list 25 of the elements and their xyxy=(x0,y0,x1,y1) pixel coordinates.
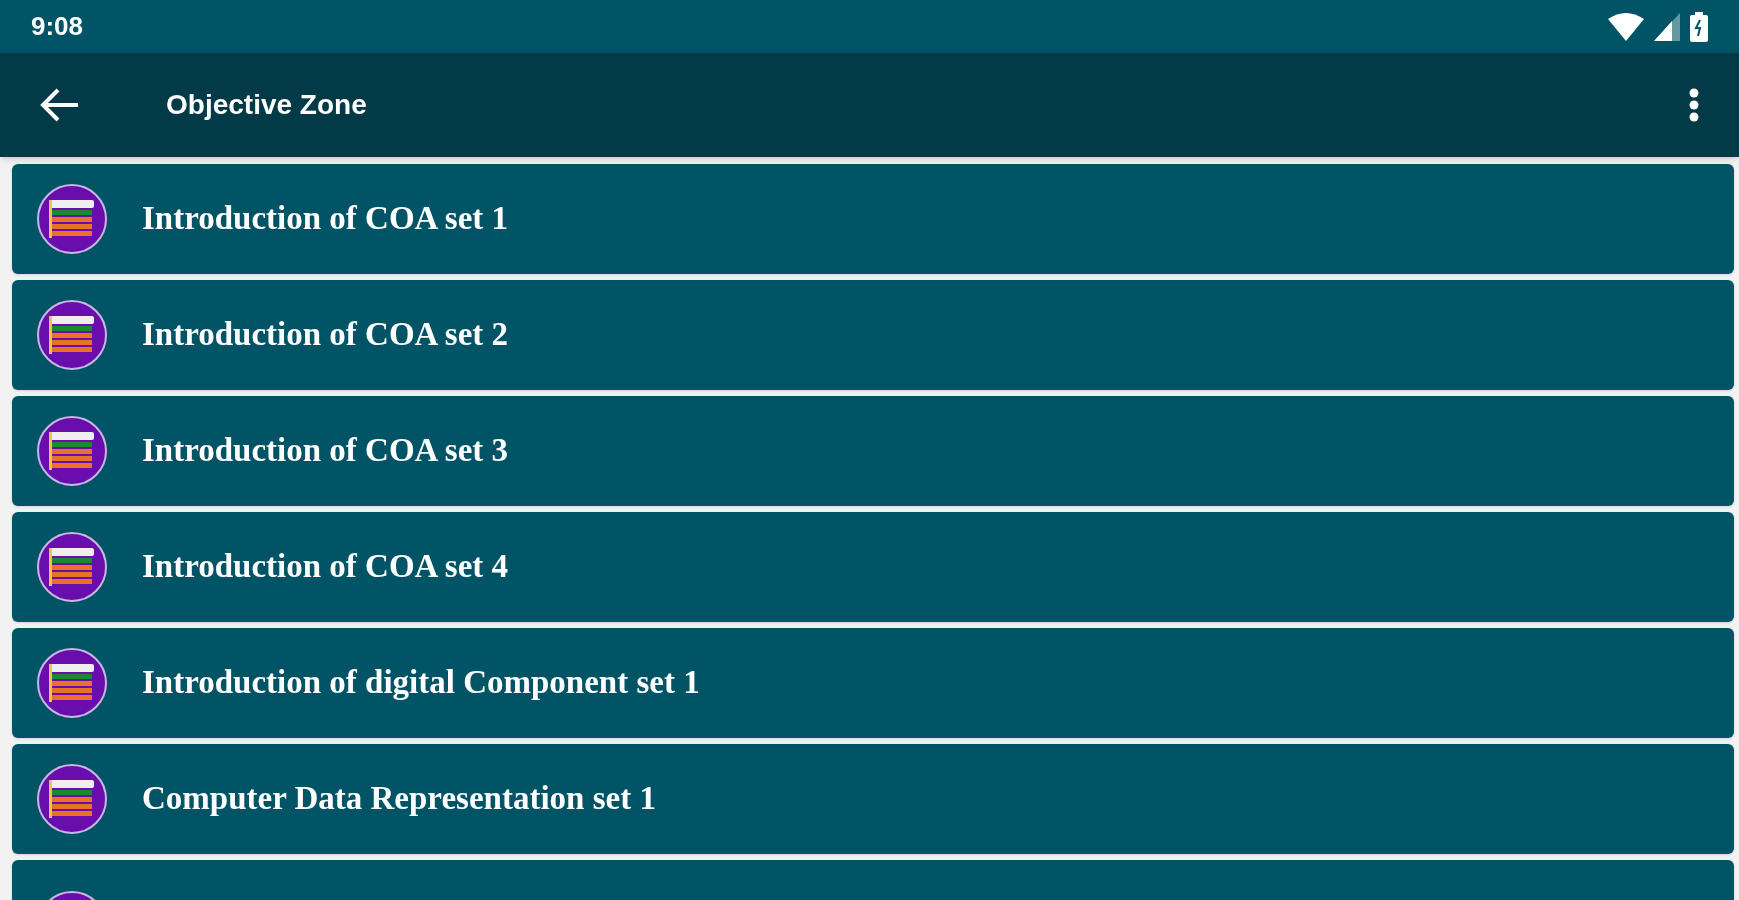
list-item[interactable]: Introduction of digital Component set 1 xyxy=(12,628,1734,738)
item-title: Introduction of digital Component set 1 xyxy=(142,663,700,703)
signal-icon xyxy=(1654,12,1680,41)
item-title: Introduction of COA set 1 xyxy=(142,199,509,239)
list-book-icon xyxy=(36,415,108,487)
list-item[interactable]: Introduction of COA set 2 xyxy=(12,280,1734,390)
wifi-icon xyxy=(1608,12,1644,41)
list-book-icon xyxy=(36,183,108,255)
list-item[interactable]: Introduction of COA set 1 xyxy=(12,164,1734,274)
list-book-icon xyxy=(36,531,108,603)
status-time: 9:08 xyxy=(31,10,84,43)
more-options-icon[interactable] xyxy=(1689,88,1699,122)
list-book-icon xyxy=(36,299,108,371)
list-item[interactable]: Introduction of COA set 3 xyxy=(12,396,1734,506)
item-title: Introduction of COA set 2 xyxy=(142,315,509,355)
list-item[interactable]: Introduction of COA set 4 xyxy=(12,512,1734,622)
item-title: Introduction of COA set 4 xyxy=(142,547,509,587)
item-title: Computer Data Representation set 1 xyxy=(142,779,656,819)
list-item[interactable]: Computer Data Representation set 1 xyxy=(12,744,1734,854)
battery-icon xyxy=(1690,11,1708,42)
list-book-icon xyxy=(36,763,108,835)
back-arrow-icon[interactable] xyxy=(40,87,80,123)
app-title: Objective Zone xyxy=(166,88,367,122)
item-title: Introduction of COA set 3 xyxy=(142,431,509,471)
list-book-icon xyxy=(36,647,108,719)
